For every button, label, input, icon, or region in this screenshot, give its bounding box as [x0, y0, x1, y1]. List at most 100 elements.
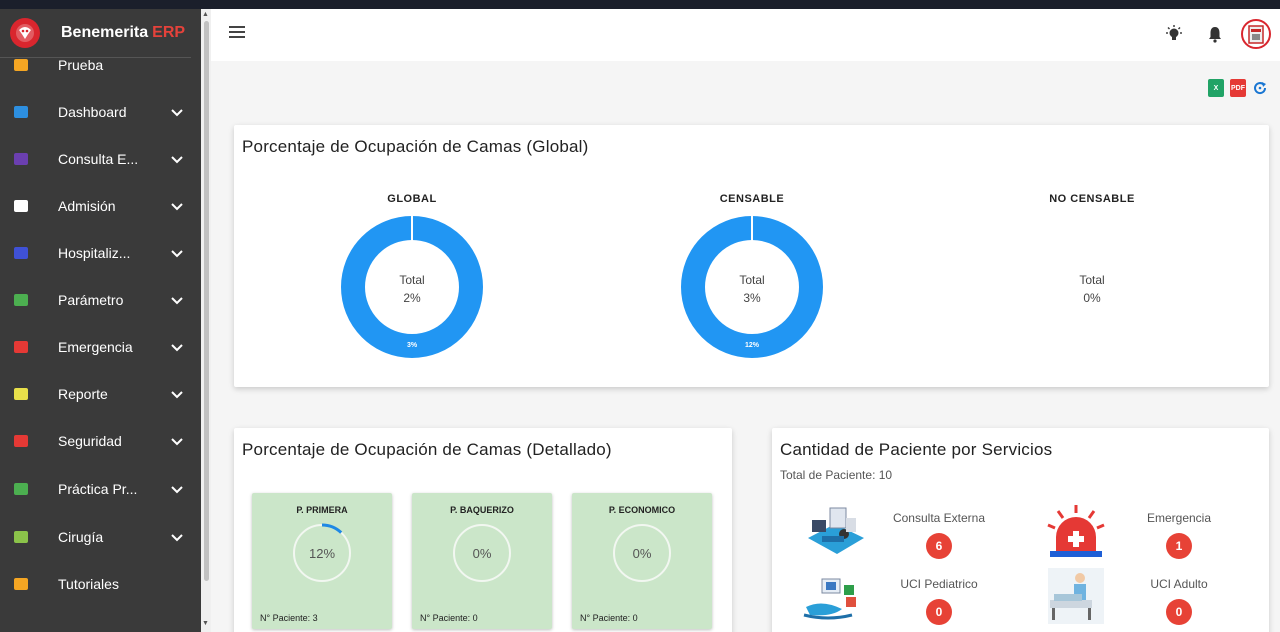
scroll-down-arrow-icon[interactable]: ▼ [202, 620, 209, 627]
service-name: Emergencia [1146, 511, 1212, 525]
sidebar-item-parámetro[interactable]: Parámetro [0, 280, 201, 320]
ward-card[interactable]: P. BAQUERIZO 0% N° Paciente: 0 [412, 493, 552, 629]
brand-name: Benemerita [61, 24, 149, 41]
refresh-icon[interactable] [1252, 79, 1268, 97]
chevron-down-icon[interactable] [170, 199, 184, 213]
ward-patient-count: N° Paciente: 0 [420, 613, 478, 623]
sidebar-item-cirugía[interactable]: Cirugía [0, 517, 201, 557]
clipboard-icon [12, 480, 30, 498]
service-count-badge: 1 [1166, 533, 1192, 559]
user-avatar[interactable] [1241, 19, 1271, 49]
sidebar-item-label: Parámetro [58, 292, 124, 308]
donut-column-global: GLOBAL 3% Total 2% [242, 125, 582, 387]
adult-icu-icon [1042, 566, 1108, 631]
ward-patient-count: N° Paciente: 0 [580, 613, 638, 623]
brand-logo-icon [10, 18, 40, 48]
notification-bell-icon[interactable] [1204, 23, 1226, 45]
theme-lightbulb-icon[interactable] [1163, 23, 1185, 45]
sidebar-item-label: Dashboard [58, 104, 127, 120]
sidebar-item-dashboard[interactable]: Dashboard [0, 92, 201, 132]
pediatric-care-icon [802, 573, 864, 628]
id-card-icon [12, 197, 30, 215]
sidebar-item-reporte[interactable]: Reporte [0, 374, 201, 414]
chevron-down-icon[interactable] [170, 293, 184, 307]
scroll-up-arrow-icon[interactable]: ▲ [202, 11, 209, 18]
sidebar-item-label: Prueba [58, 57, 104, 73]
chevron-down-icon[interactable] [170, 434, 184, 448]
sidebar-item-label: Cirugía [58, 529, 104, 545]
menu-toggle-icon[interactable] [229, 26, 245, 40]
ward-patient-count: N° Paciente: 3 [260, 613, 318, 623]
sidebar-item-label: Hospitaliz... [58, 245, 131, 261]
detail-card-title: Porcentaje de Ocupación de Camas (Detall… [242, 440, 612, 459]
chevron-down-icon[interactable] [170, 340, 184, 354]
surgeon-icon [12, 528, 30, 546]
ward-progress-ring: 0% [613, 524, 671, 582]
donut-column-no-censable: NO CENSABLE Total 0% [922, 125, 1262, 387]
emergency-siren-icon [1044, 503, 1108, 566]
hospital-icon [12, 244, 30, 262]
scroll-thumb[interactable] [204, 21, 209, 581]
virus-icon [12, 56, 30, 74]
donut-center-value: 0% [1083, 291, 1101, 305]
sidebar-item-label: Tutoriales [58, 576, 119, 592]
sidebar: Benemerita ERP Prueba Dashboard Consulta E… [0, 9, 201, 632]
service-count-badge: 0 [926, 599, 952, 625]
sidebar-item-label: Consulta E... [58, 151, 139, 167]
chevron-down-icon[interactable] [170, 530, 184, 544]
ward-percentage: 0% [473, 546, 492, 561]
sidebar-item-práctica-pr[interactable]: Práctica Pr... [0, 469, 201, 509]
ward-card[interactable]: P. PRIMERA 12% N° Paciente: 3 [252, 493, 392, 629]
ward-title: P. ECONOMICO [608, 505, 676, 515]
sidebar-item-seguridad[interactable]: Seguridad [0, 421, 201, 461]
sidebar-item-admisión[interactable]: Admisión [0, 186, 201, 226]
chevron-down-icon[interactable] [170, 482, 184, 496]
ambulance-icon [12, 338, 30, 356]
browser-top-strip [0, 0, 1280, 9]
chevron-down-icon[interactable] [170, 152, 184, 166]
donut-center-label: Total [399, 273, 425, 287]
donut-label: CENSABLE [719, 193, 785, 205]
sidebar-item-emergencia[interactable]: Emergencia [0, 327, 201, 367]
bar-chart-icon [12, 103, 30, 121]
top-bar [211, 9, 1280, 61]
export-toolbar: X PDF [1208, 79, 1268, 97]
donut-center-value: 3% [743, 291, 761, 305]
chevron-down-icon[interactable] [170, 105, 184, 119]
service-count-badge: 0 [1166, 599, 1192, 625]
service-item[interactable]: Consulta Externa 6 [884, 511, 994, 559]
report-icon [12, 385, 30, 403]
excel-export-icon[interactable]: X [1208, 79, 1224, 97]
donut-ring-label: 12% [745, 342, 760, 349]
chevron-down-icon[interactable] [170, 387, 184, 401]
service-name: UCI Pediatrico [900, 577, 978, 591]
sidebar-item-prueba[interactable]: Prueba [0, 45, 201, 85]
donut-label: NO CENSABLE [1049, 193, 1135, 205]
ward-percentage: 12% [309, 546, 335, 561]
brand-suffix: ERP [152, 24, 186, 41]
donut-center-value: 2% [403, 291, 421, 305]
gears-icon [12, 291, 30, 309]
donut-center-label: Total [739, 273, 765, 287]
sidebar-item-hospitaliz[interactable]: Hospitaliz... [0, 233, 201, 273]
service-name: Consulta Externa [892, 511, 986, 525]
service-item[interactable]: UCI Pediatrico 0 [884, 577, 994, 625]
ward-card[interactable]: P. ECONOMICO 0% N° Paciente: 0 [572, 493, 712, 629]
sidebar-item-label: Admisión [58, 198, 116, 214]
service-item[interactable]: Emergencia 1 [1124, 511, 1234, 559]
service-name: UCI Adulto [1150, 577, 1208, 591]
sidebar-scrollbar[interactable]: ▲ ▼ [201, 9, 211, 632]
service-count-badge: 6 [926, 533, 952, 559]
stethoscope-icon [12, 150, 30, 168]
main-content: X PDF Porcentaje de Ocupación de Camas (… [211, 9, 1280, 632]
file-video-icon [12, 575, 30, 593]
chevron-down-icon[interactable] [170, 246, 184, 260]
pdf-export-icon[interactable]: PDF [1230, 79, 1246, 97]
donut-ring-label: 3% [407, 342, 418, 349]
ward-percentage: 0% [633, 546, 652, 561]
donut-center-label: Total [1079, 273, 1105, 287]
sidebar-item-tutoriales[interactable]: Tutoriales [0, 564, 201, 604]
ward-progress-ring: 12% [292, 523, 352, 583]
sidebar-item-consulta-e[interactable]: Consulta E... [0, 139, 201, 179]
service-item[interactable]: UCI Adulto 0 [1124, 577, 1234, 625]
